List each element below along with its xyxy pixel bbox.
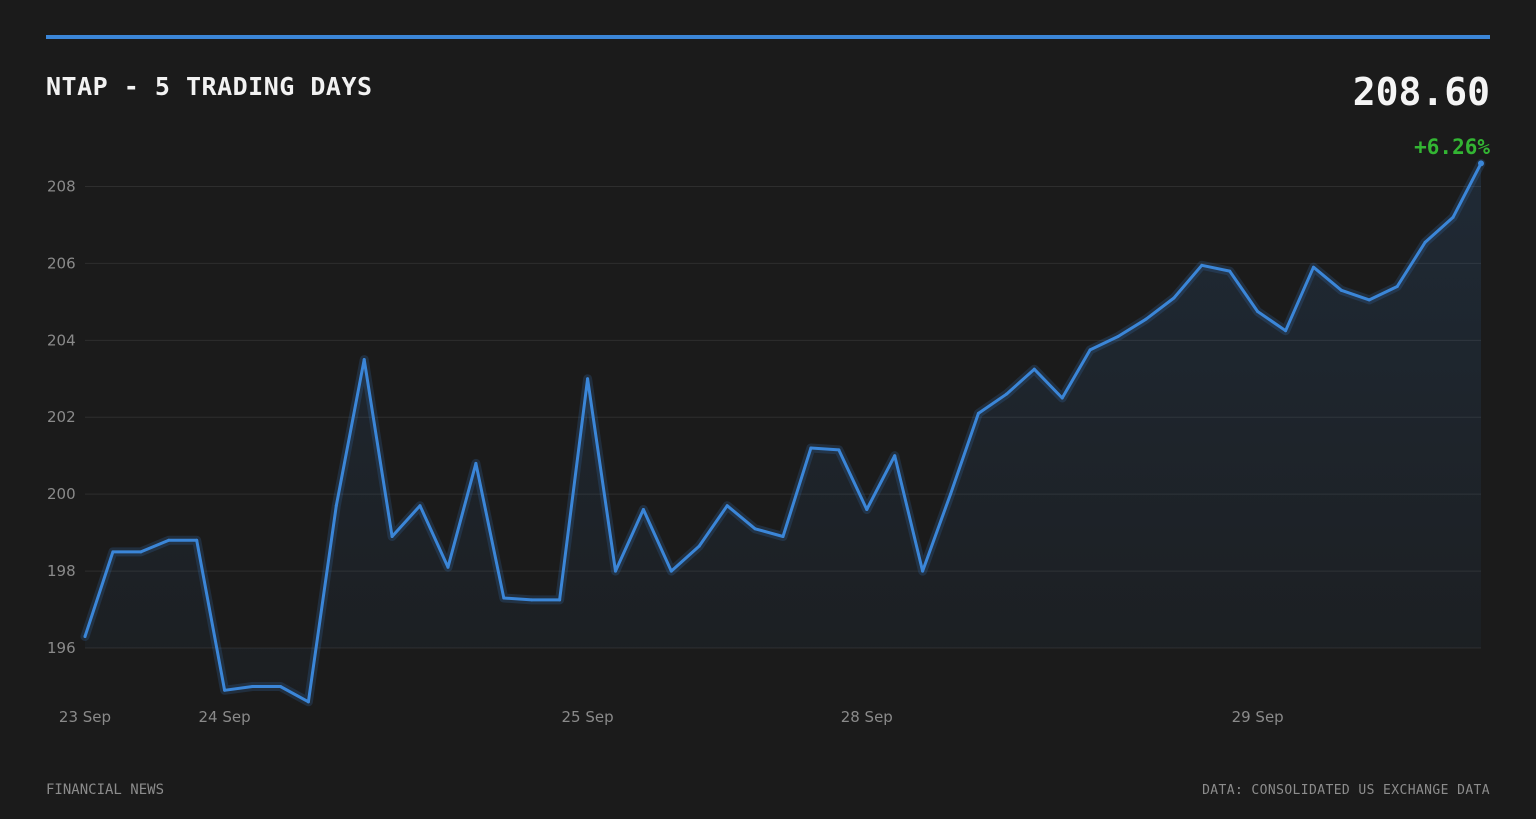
data-point	[111, 550, 115, 554]
x-tick-label: 28 Sep	[841, 708, 893, 726]
data-point	[669, 569, 673, 573]
price-chart: 196 198 200 202 204 206 208 23 Sep 24 Sep 25 Sep…	[47, 158, 1486, 726]
data-point	[613, 569, 617, 573]
data-point	[1451, 215, 1455, 219]
data-point	[725, 504, 729, 508]
last-point-marker	[1478, 160, 1484, 167]
data-point	[753, 527, 757, 531]
data-point	[1088, 348, 1092, 352]
data-point	[781, 534, 785, 538]
area-fill	[85, 163, 1481, 702]
data-point	[1004, 392, 1008, 396]
data-point	[502, 596, 506, 600]
data-point	[251, 684, 255, 688]
data-point	[809, 446, 813, 450]
data-credit: DATA: CONSOLIDATED US EXCHANGE DATA	[1202, 783, 1490, 798]
data-point	[697, 544, 701, 548]
data-point	[1256, 309, 1260, 313]
data-point	[139, 550, 143, 554]
data-point	[641, 508, 645, 512]
data-point	[1228, 269, 1232, 273]
data-point	[865, 508, 869, 512]
data-point	[1423, 240, 1427, 244]
data-point	[167, 538, 171, 542]
data-point	[837, 448, 841, 452]
data-point	[586, 377, 590, 381]
area-fill-path	[85, 163, 1481, 702]
y-tick-label: 204	[47, 331, 76, 349]
data-point	[1116, 334, 1120, 338]
data-point	[362, 358, 366, 362]
x-tick-label: 23 Sep	[59, 708, 111, 726]
data-point	[1144, 317, 1148, 321]
data-point	[474, 461, 478, 465]
data-point	[1395, 284, 1399, 288]
data-point	[1200, 263, 1204, 267]
data-point	[334, 504, 338, 508]
data-point	[446, 565, 450, 569]
data-point	[976, 411, 980, 415]
data-point	[1311, 265, 1315, 269]
data-point	[1032, 367, 1036, 371]
y-tick-label: 206	[47, 254, 76, 272]
data-point	[418, 504, 422, 508]
data-point	[530, 598, 534, 602]
data-point	[390, 534, 394, 538]
data-point	[1060, 396, 1064, 400]
y-tick-label: 202	[47, 408, 76, 426]
y-tick-label: 198	[47, 562, 76, 580]
data-point	[306, 700, 310, 704]
data-point	[921, 569, 925, 573]
x-tick-label: 25 Sep	[561, 708, 613, 726]
y-tick-label: 196	[47, 639, 76, 657]
x-tick-label: 29 Sep	[1232, 708, 1284, 726]
data-point	[949, 492, 953, 496]
x-tick-label: 24 Sep	[199, 708, 251, 726]
y-tick-label: 208	[47, 177, 76, 195]
data-point	[1172, 296, 1176, 300]
data-point	[1339, 288, 1343, 292]
x-axis-ticks: 23 Sep 24 Sep 25 Sep 28 Sep 29 Sep	[59, 708, 1284, 726]
data-point	[195, 538, 199, 542]
source-label: FINANCIAL NEWS	[46, 782, 165, 798]
data-point	[1284, 329, 1288, 333]
data-point	[558, 598, 562, 602]
y-tick-label: 200	[47, 485, 76, 503]
data-point	[1367, 298, 1371, 302]
data-point	[223, 688, 227, 692]
y-axis-ticks: 196 198 200 202 204 206 208	[47, 177, 76, 657]
data-point	[893, 454, 897, 458]
data-point	[83, 634, 87, 638]
data-point	[278, 684, 282, 688]
